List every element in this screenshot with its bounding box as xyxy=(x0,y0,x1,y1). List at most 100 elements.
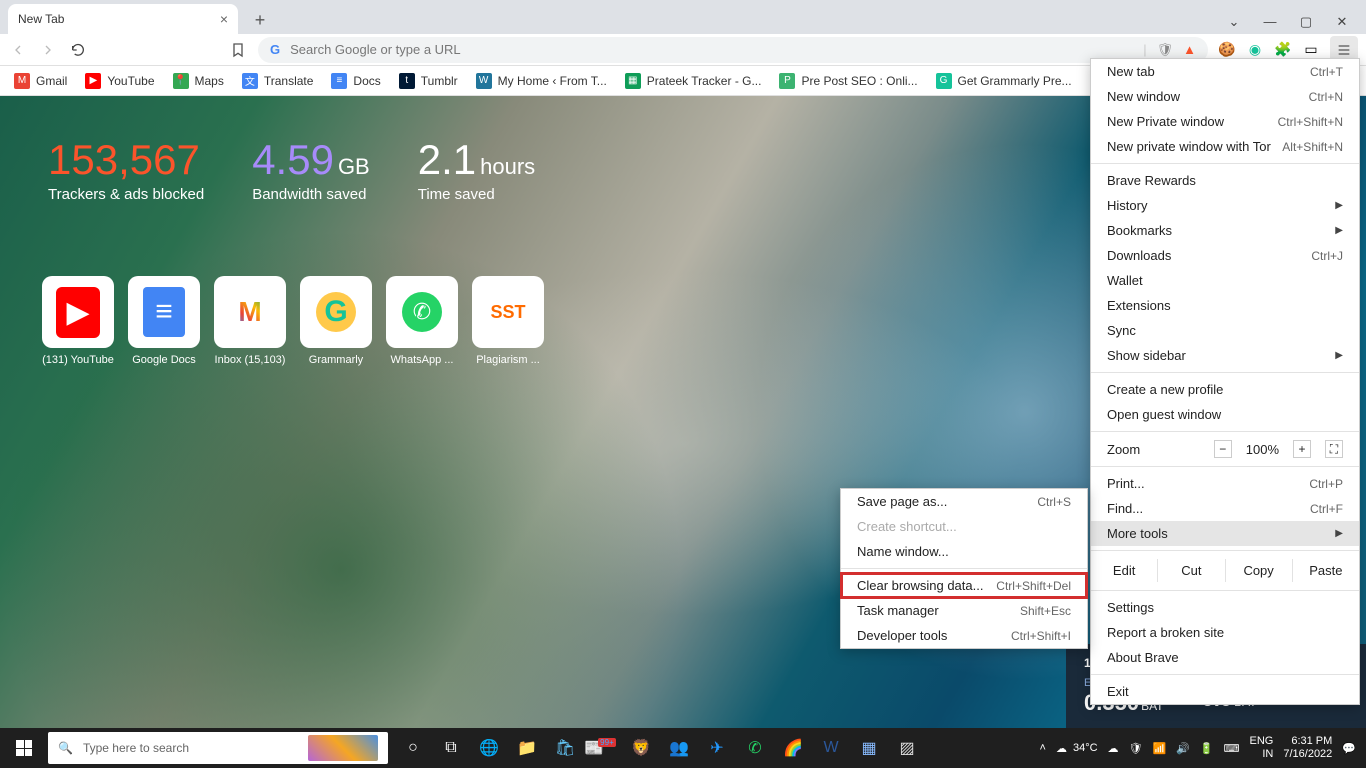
clock[interactable]: 6:31 PM7/16/2022 xyxy=(1283,735,1332,761)
submenu-save-page[interactable]: Save page as...Ctrl+S xyxy=(841,489,1087,514)
telegram-icon[interactable]: ✈ xyxy=(700,728,734,768)
menu-new-tab[interactable]: New tabCtrl+T xyxy=(1091,59,1359,84)
menu-guest[interactable]: Open guest window xyxy=(1091,402,1359,427)
battery-icon[interactable]: 🔋 xyxy=(1200,742,1214,755)
menu-rewards[interactable]: Brave Rewards xyxy=(1091,168,1359,193)
submenu-developer-tools[interactable]: Developer toolsCtrl+Shift+I xyxy=(841,623,1087,648)
shortcut-label: Inbox (15,103) xyxy=(214,354,286,366)
close-window-button[interactable]: ✕ xyxy=(1332,14,1352,30)
brave-icon[interactable]: 🦁 xyxy=(624,728,658,768)
separator xyxy=(1091,674,1359,675)
menu-history[interactable]: History▶ xyxy=(1091,193,1359,218)
fullscreen-button[interactable]: ⛶ xyxy=(1325,440,1343,458)
whatsapp-task-icon[interactable]: ✆ xyxy=(738,728,772,768)
taskbar-search[interactable]: 🔍 Type here to search xyxy=(48,732,388,764)
reload-button[interactable] xyxy=(68,40,88,60)
start-button[interactable] xyxy=(0,728,48,768)
submenu-name-window[interactable]: Name window... xyxy=(841,539,1087,564)
extensions-puzzle-icon[interactable]: 🧩 xyxy=(1274,41,1292,59)
task-view-icon[interactable]: ⧉ xyxy=(434,728,468,768)
store-icon[interactable]: 🛍 xyxy=(548,728,582,768)
menu-sidebar[interactable]: Show sidebar▶ xyxy=(1091,343,1359,368)
shield-icon[interactable]: 🛡 xyxy=(1157,42,1174,58)
bookmark-item[interactable]: ≡Docs xyxy=(331,73,380,89)
chevron-down-icon[interactable]: ⌄ xyxy=(1224,14,1244,30)
cookie-ext-icon[interactable]: 🍪 xyxy=(1218,41,1236,59)
bookmark-item[interactable]: tTumblr xyxy=(399,73,458,89)
bookmark-item[interactable]: 文Translate xyxy=(242,73,314,89)
back-button[interactable] xyxy=(8,40,28,60)
security-icon[interactable]: 🛡 xyxy=(1129,742,1143,755)
menu-new-window[interactable]: New windowCtrl+N xyxy=(1091,84,1359,109)
search-highlight-icon[interactable] xyxy=(308,735,378,761)
zoom-out-button[interactable]: − xyxy=(1214,440,1232,458)
word-icon[interactable]: W xyxy=(814,728,848,768)
menu-extensions[interactable]: Extensions xyxy=(1091,293,1359,318)
grammarly-ext-icon[interactable]: ◉ xyxy=(1246,41,1264,59)
close-tab-icon[interactable]: × xyxy=(220,11,228,27)
shortcut-gmail[interactable]: MInbox (15,103) xyxy=(214,276,286,366)
menu-exit[interactable]: Exit xyxy=(1091,679,1359,704)
menu-report[interactable]: Report a broken site xyxy=(1091,620,1359,645)
cortana-icon[interactable]: ○ xyxy=(396,728,430,768)
brave-logo-icon[interactable]: ▲ xyxy=(1183,42,1196,57)
shortcut-sst[interactable]: SSTPlagiarism ... xyxy=(472,276,544,366)
forward-button[interactable] xyxy=(38,40,58,60)
shortcut-docs[interactable]: ≡Google Docs xyxy=(128,276,200,366)
menu-sync[interactable]: Sync xyxy=(1091,318,1359,343)
notifications-icon[interactable]: 💬 xyxy=(1342,742,1356,755)
new-tab-button[interactable]: + xyxy=(246,6,274,34)
submenu-task-manager[interactable]: Task managerShift+Esc xyxy=(841,598,1087,623)
volume-icon[interactable]: 🔊 xyxy=(1176,742,1190,755)
app-icon[interactable]: ▦ xyxy=(852,728,886,768)
chrome-icon[interactable]: 🌈 xyxy=(776,728,810,768)
wordpress-icon: W xyxy=(476,73,492,89)
menu-copy[interactable]: Copy xyxy=(1225,559,1292,582)
weather-widget[interactable]: ☁ 34°C xyxy=(1056,742,1098,755)
explorer-icon[interactable]: 📁 xyxy=(510,728,544,768)
edge-icon[interactable]: 🌐 xyxy=(472,728,506,768)
browser-tab[interactable]: New Tab × xyxy=(8,4,238,34)
wallet-icon[interactable]: ▭ xyxy=(1302,41,1320,59)
menu-cut[interactable]: Cut xyxy=(1157,559,1224,582)
menu-new-private[interactable]: New Private windowCtrl+Shift+N xyxy=(1091,109,1359,134)
menu-wallet[interactable]: Wallet xyxy=(1091,268,1359,293)
keyboard-icon[interactable]: ⌨ xyxy=(1224,742,1240,755)
bookmark-icon[interactable] xyxy=(228,40,248,60)
menu-about[interactable]: About Brave xyxy=(1091,645,1359,670)
language-indicator[interactable]: ENGIN xyxy=(1250,735,1274,761)
address-bar[interactable]: G Search Google or type a URL | 🛡 ▲ xyxy=(258,37,1208,63)
menu-print[interactable]: Print...Ctrl+P xyxy=(1091,471,1359,496)
submenu-clear-browsing-data[interactable]: Clear browsing data...Ctrl+Shift+Del xyxy=(841,573,1087,598)
tray-chevron-icon[interactable]: ˄ xyxy=(1040,742,1046,754)
menu-create-profile[interactable]: Create a new profile xyxy=(1091,377,1359,402)
wifi-icon[interactable]: 📶 xyxy=(1153,742,1167,755)
menu-downloads[interactable]: DownloadsCtrl+J xyxy=(1091,243,1359,268)
bookmark-item[interactable]: PPre Post SEO : Onli... xyxy=(779,73,917,89)
browser-main-menu: New tabCtrl+T New windowCtrl+N New Priva… xyxy=(1090,58,1360,705)
bookmark-item[interactable]: MGmail xyxy=(14,73,67,89)
maximize-button[interactable]: ▢ xyxy=(1296,14,1316,30)
stat-bandwidth: 4.59GB Bandwidth saved xyxy=(252,136,370,203)
menu-paste[interactable]: Paste xyxy=(1292,559,1359,582)
grammarly-bm-icon: G xyxy=(936,73,952,89)
bookmark-item[interactable]: ▦Prateek Tracker - G... xyxy=(625,73,762,89)
teams-icon[interactable]: 👥 xyxy=(662,728,696,768)
news-icon[interactable]: 📰99+ xyxy=(586,728,620,768)
app2-icon[interactable]: ▨ xyxy=(890,728,924,768)
shortcut-whatsapp[interactable]: ✆WhatsApp ... xyxy=(386,276,458,366)
onedrive-icon[interactable]: ☁ xyxy=(1108,742,1119,755)
shortcut-youtube[interactable]: ▶(131) YouTube xyxy=(42,276,114,366)
minimize-button[interactable]: — xyxy=(1260,14,1280,30)
bookmark-item[interactable]: WMy Home ‹ From T... xyxy=(476,73,607,89)
menu-find[interactable]: Find...Ctrl+F xyxy=(1091,496,1359,521)
shortcut-grammarly[interactable]: GGrammarly xyxy=(300,276,372,366)
bookmark-item[interactable]: ▶YouTube xyxy=(85,73,154,89)
menu-new-tor[interactable]: New private window with TorAlt+Shift+N xyxy=(1091,134,1359,159)
menu-more-tools[interactable]: More tools▶ xyxy=(1091,521,1359,546)
bookmark-item[interactable]: 📍Maps xyxy=(173,73,224,89)
bookmark-item[interactable]: GGet Grammarly Pre... xyxy=(936,73,1072,89)
menu-bookmarks[interactable]: Bookmarks▶ xyxy=(1091,218,1359,243)
menu-settings[interactable]: Settings xyxy=(1091,595,1359,620)
zoom-in-button[interactable]: + xyxy=(1293,440,1311,458)
